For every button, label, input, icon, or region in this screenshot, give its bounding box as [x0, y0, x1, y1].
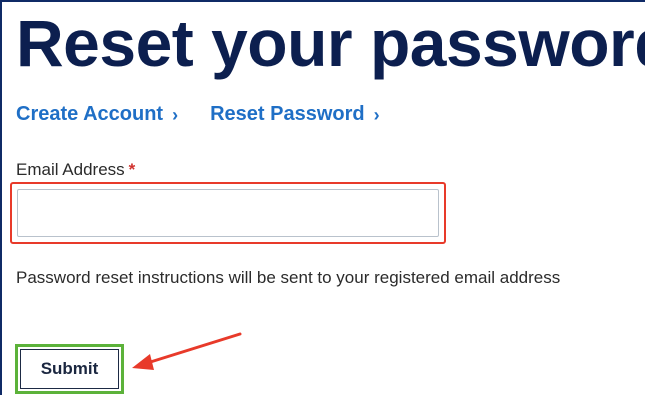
email-label-text: Email Address: [16, 160, 125, 179]
frame-top-border: [0, 0, 645, 2]
breadcrumb-item-label: Create Account: [16, 103, 164, 125]
email-label: Email Address *: [16, 160, 135, 180]
required-asterisk: *: [128, 160, 136, 179]
help-text: Password reset instructions will be sent…: [16, 268, 561, 287]
breadcrumb-item-reset-password[interactable]: Reset Password ›: [210, 103, 380, 126]
email-field[interactable]: [17, 189, 439, 237]
breadcrumb-item-create-account[interactable]: Create Account ›: [16, 103, 178, 126]
chevron-right-icon: ›: [172, 104, 179, 125]
submit-button[interactable]: Submit: [20, 349, 119, 389]
chevron-right-icon: ›: [373, 104, 380, 125]
page-title: Reset your password: [16, 6, 645, 80]
frame-left-border: [0, 0, 2, 395]
annotation-arrow-icon: [132, 332, 242, 370]
breadcrumb-item-label: Reset Password: [210, 103, 365, 125]
breadcrumb: Create Account › Reset Password ›: [16, 103, 380, 126]
